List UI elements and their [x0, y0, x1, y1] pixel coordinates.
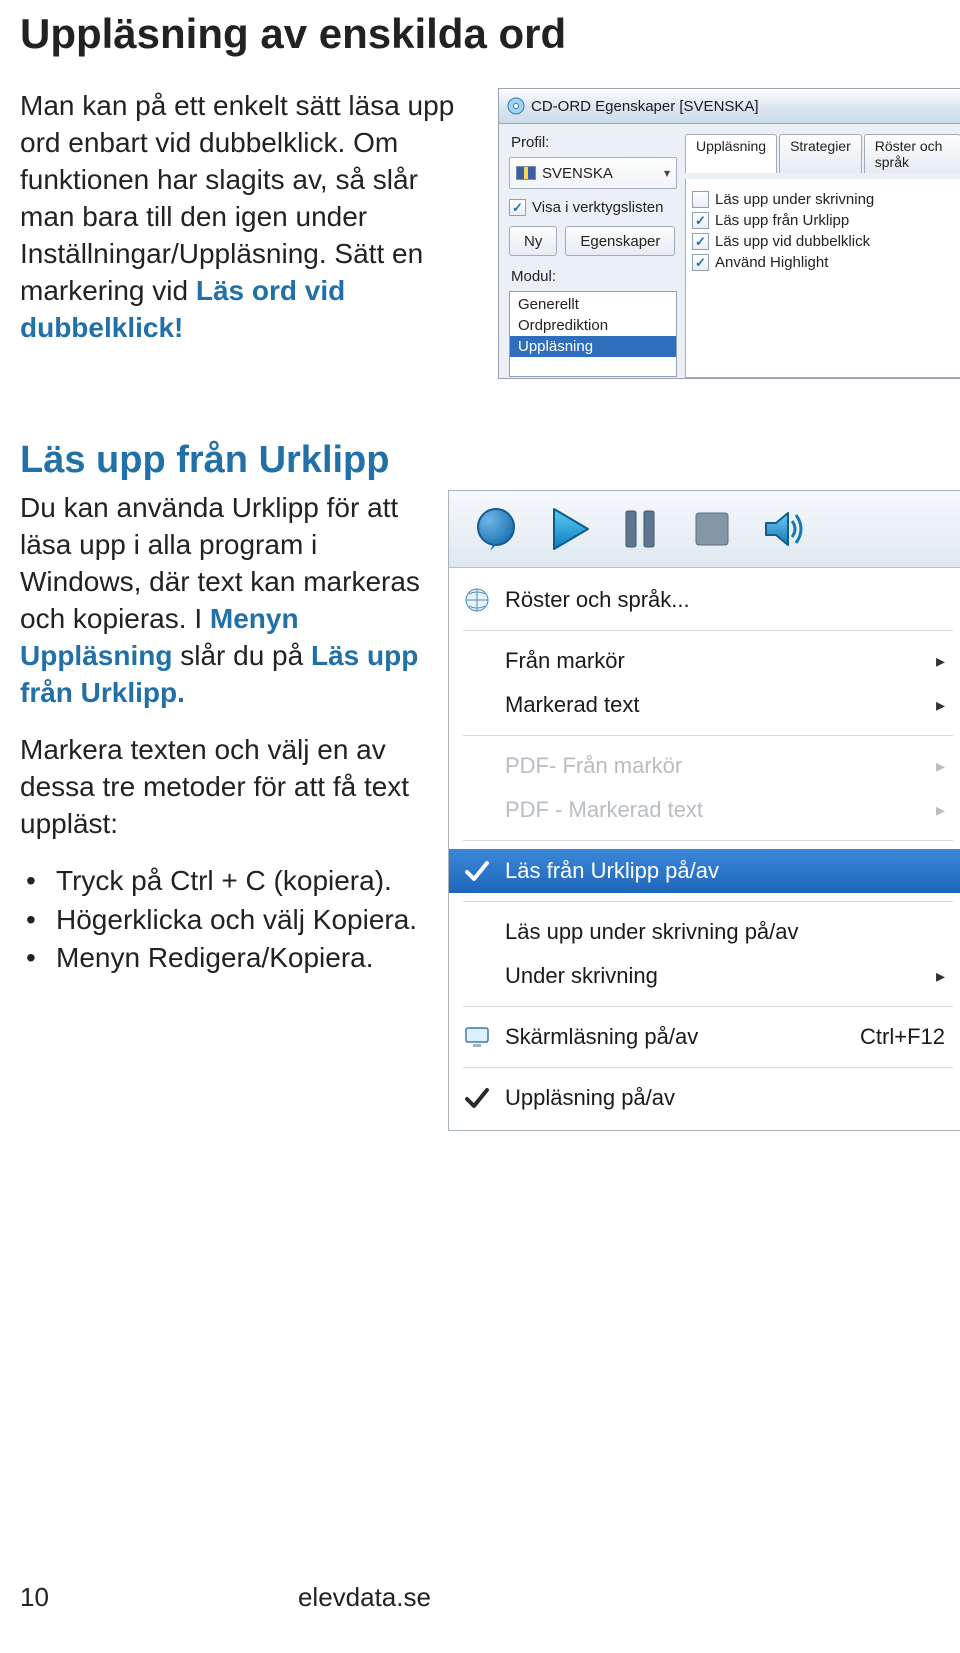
checkbox-las-dubbelklick[interactable]: ✓ Läs upp vid dubbelklick	[692, 233, 954, 250]
menu-item-las-skrivning[interactable]: Läs upp under skrivning på/av	[449, 910, 960, 954]
page-footer: 10 elevdata.se	[20, 1582, 940, 1613]
modul-label: Modul:	[509, 268, 677, 285]
menu-item-roster[interactable]: Röster och språk...	[449, 578, 960, 622]
bullet-2: Högerklicka och välj Kopiera.	[20, 902, 430, 939]
menu-item-pdf-markerad-text: PDF - Markerad text ▸	[449, 788, 960, 832]
cd-icon	[507, 97, 525, 115]
p2-b: slår du på	[180, 640, 311, 671]
speech-bubble-icon[interactable]	[467, 500, 525, 558]
menu-shortcut: Ctrl+F12	[860, 1024, 945, 1050]
checkbox-highlight[interactable]: ✓ Använd Highlight	[692, 254, 954, 271]
page-number: 10	[20, 1582, 49, 1613]
profile-value: SVENSKA	[542, 165, 613, 182]
check-icon	[463, 1084, 491, 1112]
menu-item-under-skrivning[interactable]: Under skrivning ▸	[449, 954, 960, 998]
menu-label: Från markör	[505, 648, 922, 674]
upplasning-menu-screenshot: Röster och språk... Från markör ▸ Marker…	[448, 490, 960, 1131]
menu-label: Röster och språk...	[505, 587, 945, 613]
menu-item-las-urklipp[interactable]: Läs från Urklipp på/av	[449, 849, 960, 893]
menu-separator	[463, 1006, 953, 1007]
menu-label: Läs från Urklipp på/av	[505, 858, 945, 884]
dialog-egenskaper: CD-ORD Egenskaper [SVENSKA] Profil: SVEN…	[498, 88, 960, 379]
menu-label: Skärmläsning på/av	[505, 1024, 846, 1050]
modul-item-generellt[interactable]: Generellt	[510, 294, 676, 315]
flag-sv-icon	[516, 166, 536, 180]
modul-item-ordprediktion[interactable]: Ordprediktion	[510, 315, 676, 336]
profile-label: Profil:	[509, 134, 677, 151]
menu-separator	[463, 735, 953, 736]
checkbox-label: Läs upp under skrivning	[715, 191, 874, 208]
checkbox-las-urklipp[interactable]: ✓ Läs upp från Urklipp	[692, 212, 954, 229]
checkbox-icon: ✓	[692, 212, 709, 229]
pause-icon[interactable]	[611, 500, 669, 558]
dialog-title: CD-ORD Egenskaper [SVENSKA]	[531, 98, 759, 115]
paragraph-2: Du kan använda Urklipp för att läsa upp …	[20, 490, 430, 712]
monitor-icon	[463, 1023, 491, 1051]
paragraph-3: Markera texten och välj en av dessa tre …	[20, 732, 430, 843]
submenu-arrow-icon: ▸	[936, 695, 945, 716]
menu-label: Uppläsning på/av	[505, 1085, 945, 1111]
row-1: Man kan på ett enkelt sätt läsa upp ord …	[20, 88, 940, 379]
submenu-arrow-icon: ▸	[936, 651, 945, 672]
tab-strategier[interactable]: Strategier	[779, 134, 862, 173]
submenu-arrow-icon: ▸	[936, 800, 945, 821]
section-heading-2: Läs upp från Urklipp	[20, 439, 940, 482]
menu-item-upplasning[interactable]: Uppläsning på/av	[449, 1076, 960, 1120]
tabs: Uppläsning Strategier Röster och språk	[685, 134, 960, 173]
button-egenskaper[interactable]: Egenskaper	[565, 226, 675, 256]
menu-item-markerad-text[interactable]: Markerad text ▸	[449, 683, 960, 727]
section-heading-1: Uppläsning av enskilda ord	[20, 10, 940, 58]
menu-separator	[463, 1067, 953, 1068]
submenu-arrow-icon: ▸	[936, 966, 945, 987]
globe-icon	[463, 586, 491, 614]
checkbox-label: Läs upp vid dubbelklick	[715, 233, 870, 250]
menu-list: Röster och språk... Från markör ▸ Marker…	[449, 568, 960, 1130]
toolbar	[449, 491, 960, 568]
stop-icon[interactable]	[683, 500, 741, 558]
speaker-icon[interactable]	[755, 500, 813, 558]
play-icon[interactable]	[539, 500, 597, 558]
row-2: Du kan använda Urklipp för att läsa upp …	[20, 490, 940, 1131]
submenu-arrow-icon: ▸	[936, 756, 945, 777]
menu-separator	[463, 901, 953, 902]
menu-label: Under skrivning	[505, 963, 922, 989]
bullet-list: Tryck på Ctrl + C (kopiera). Högerklicka…	[20, 863, 430, 978]
menu-separator	[463, 840, 953, 841]
check-icon	[463, 857, 491, 885]
tab-body: Läs upp under skrivning ✓ Läs upp från U…	[685, 179, 960, 378]
menu-label: Markerad text	[505, 692, 922, 718]
modul-list[interactable]: Generellt Ordprediktion Uppläsning	[509, 291, 677, 377]
paragraph-1: Man kan på ett enkelt sätt läsa upp ord …	[20, 88, 480, 347]
tab-upplasning[interactable]: Uppläsning	[685, 134, 777, 173]
dialog-titlebar: CD-ORD Egenskaper [SVENSKA]	[499, 89, 960, 124]
menu-separator	[463, 630, 953, 631]
tab-roster[interactable]: Röster och språk	[864, 134, 960, 173]
menu-item-pdf-fran-markor: PDF- Från markör ▸	[449, 744, 960, 788]
menu-label: PDF - Markerad text	[505, 797, 922, 823]
checkbox-label: Läs upp från Urklipp	[715, 212, 849, 229]
checkbox-visa-verktygslisten[interactable]: ✓ Visa i verktygslisten	[509, 199, 677, 216]
menu-label: Läs upp under skrivning på/av	[505, 919, 945, 945]
chevron-down-icon: ▾	[664, 166, 670, 180]
footer-site: elevdata.se	[298, 1582, 431, 1613]
checkbox-icon: ✓	[509, 199, 526, 216]
checkbox-label: Visa i verktygslisten	[532, 199, 663, 216]
checkbox-label: Använd Highlight	[715, 254, 828, 271]
profile-combo[interactable]: SVENSKA ▾	[509, 157, 677, 189]
bullet-1: Tryck på Ctrl + C (kopiera).	[20, 863, 430, 900]
modul-item-upplasning[interactable]: Uppläsning	[510, 336, 676, 357]
p1-text: Man kan på ett enkelt sätt läsa upp ord …	[20, 90, 454, 306]
button-ny[interactable]: Ny	[509, 226, 557, 256]
bullet-3: Menyn Redigera/Kopiera.	[20, 940, 430, 977]
checkbox-icon: ✓	[692, 233, 709, 250]
menu-label: PDF- Från markör	[505, 753, 922, 779]
menu-item-fran-markor[interactable]: Från markör ▸	[449, 639, 960, 683]
checkbox-icon	[692, 191, 709, 208]
checkbox-las-skrivning[interactable]: Läs upp under skrivning	[692, 191, 954, 208]
menu-item-skarmlasning[interactable]: Skärmläsning på/av Ctrl+F12	[449, 1015, 960, 1059]
checkbox-icon: ✓	[692, 254, 709, 271]
